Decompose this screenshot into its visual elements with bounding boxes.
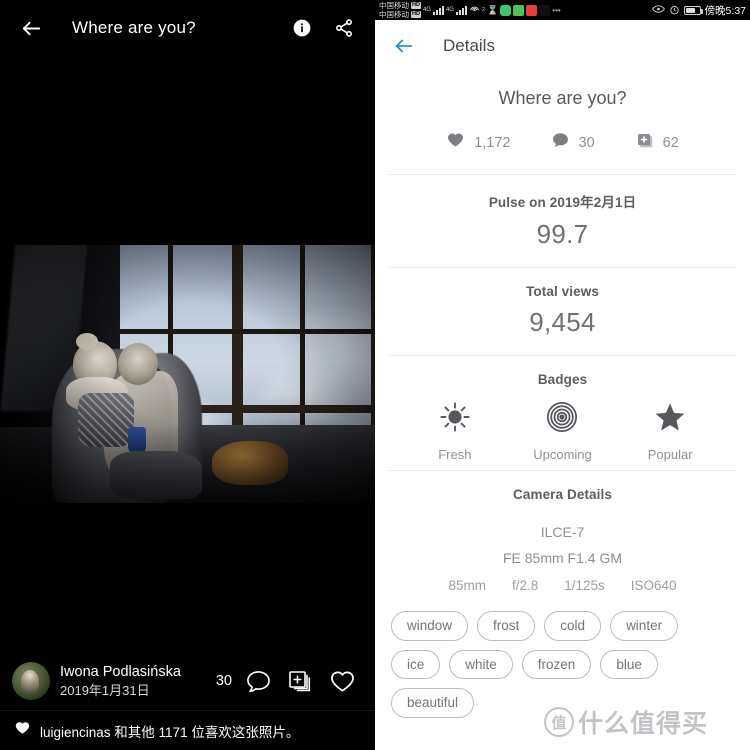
- alarm-icon: [669, 4, 680, 17]
- ripple-icon: [546, 401, 578, 438]
- sun-icon: [439, 401, 471, 438]
- signal-bars-icon-1: [432, 5, 444, 15]
- viewer-toolbar: Where are you?: [0, 0, 375, 56]
- network-label-1: 4G: [422, 7, 431, 13]
- comment-filled-icon: [551, 131, 570, 154]
- photo-viewer-pane: Where are you? Iwona Podlasińska 2019年1月…: [0, 0, 375, 750]
- camera-exif-row: 85mm f/2.8 1/125s ISO640: [375, 578, 750, 593]
- badges-row: Fresh Upcoming Popular: [375, 387, 750, 464]
- badges-section: Badges Fresh Upcoming Popular: [375, 356, 750, 470]
- wifi-count-label: 2: [481, 7, 486, 13]
- author-name[interactable]: Iwona Podlasińska: [60, 663, 216, 681]
- camera-body: ILCE-7: [540, 524, 585, 540]
- exif-focal: 85mm: [448, 578, 486, 593]
- badge-label: Popular: [647, 447, 693, 462]
- badges-label: Badges: [537, 372, 588, 387]
- tag-chip[interactable]: blue: [600, 649, 658, 679]
- exif-aperture: f/2.8: [511, 578, 539, 593]
- heart-outline-icon[interactable]: [321, 662, 363, 700]
- stat-collections[interactable]: 62: [635, 131, 679, 154]
- badge-popular[interactable]: Popular: [627, 401, 713, 462]
- tag-chip[interactable]: window: [391, 611, 469, 641]
- viewer-bottom-bar: Iwona Podlasińska 2019年1月31日 30 luigienc…: [0, 652, 375, 750]
- tag-chip[interactable]: frozen: [521, 649, 592, 679]
- exif-iso: ISO640: [630, 578, 677, 593]
- red-app-icon: [526, 4, 538, 16]
- battery-icon: [683, 5, 703, 15]
- details-pane: 中国移动 HD 中国移动 HD 4G 4G 2 ⌛ ••• 傍晚5:37 Det…: [375, 0, 750, 750]
- stat-comments[interactable]: 30: [551, 131, 595, 154]
- author-row: Iwona Podlasińska 2019年1月31日 30: [0, 652, 375, 710]
- likes-count: 1,172: [474, 134, 511, 151]
- network-label-2: 4G: [445, 7, 454, 13]
- collections-count: 62: [662, 134, 679, 151]
- clock-time: 傍晚5:37: [704, 4, 746, 17]
- photo-image[interactable]: [0, 245, 375, 503]
- arrow-left-icon[interactable]: [14, 11, 48, 45]
- add-to-collection-icon: [635, 131, 654, 154]
- hourglass-icon: ⌛: [487, 4, 499, 15]
- carrier-2: 中国移动: [379, 9, 409, 19]
- photo-title: Where are you?: [498, 88, 627, 108]
- wechat-app-icon: [513, 4, 525, 16]
- share-icon[interactable]: [327, 11, 361, 45]
- camera-list: ILCE-7 FE 85mm F1.4 GM 85mm f/2.8 1/125s…: [375, 502, 750, 593]
- app-screen: Where are you? Iwona Podlasińska 2019年1月…: [0, 0, 750, 750]
- pulse-value: 99.7: [536, 219, 589, 249]
- stat-likes[interactable]: 1,172: [446, 131, 511, 154]
- tiktok-app-icon: [539, 4, 551, 16]
- camera-lens: FE 85mm F1.4 GM: [502, 550, 623, 566]
- info-icon[interactable]: [285, 11, 319, 45]
- details-header: Details: [375, 20, 750, 72]
- pulse-label: Pulse on 2019年2月1日: [488, 195, 637, 210]
- avatar[interactable]: [12, 662, 50, 700]
- badge-label: Fresh: [438, 447, 472, 462]
- heart-filled-icon: [14, 720, 31, 741]
- badge-label: Upcoming: [533, 447, 592, 462]
- hd-badge-2: HD: [411, 10, 421, 18]
- comment-icon[interactable]: [237, 662, 279, 700]
- tag-chip[interactable]: frost: [477, 611, 536, 641]
- viewer-title: Where are you?: [72, 18, 196, 37]
- heart-filled-icon: [446, 131, 465, 154]
- stats-row: 1,172 30 62: [375, 109, 750, 174]
- tag-chip[interactable]: winter: [610, 611, 679, 641]
- page-title: Details: [443, 36, 495, 55]
- views-label: Total views: [526, 284, 599, 299]
- author-date: 2019年1月31日: [60, 682, 150, 698]
- exif-shutter: 1/125s: [564, 578, 605, 593]
- carrier-1: 中国移动: [379, 1, 409, 10]
- tag-chip[interactable]: cold: [544, 611, 602, 641]
- add-to-collection-icon[interactable]: [279, 662, 321, 700]
- badge-upcoming[interactable]: Upcoming: [519, 401, 605, 462]
- pulse-section: Pulse on 2019年2月1日 99.7: [375, 175, 750, 267]
- tag-chip[interactable]: ice: [391, 649, 441, 679]
- likes-bar: luigiencinas 和其他 1171 位喜欢这张照片。: [0, 710, 375, 750]
- author-meta: Iwona Podlasińska 2019年1月31日: [60, 663, 216, 699]
- star-icon: [654, 401, 686, 438]
- likes-text: luigiencinas 和其他 1171 位喜欢这张照片。: [40, 724, 300, 740]
- camera-label: Camera Details: [513, 487, 612, 502]
- heart-app-icon: [500, 4, 512, 16]
- wifi-icon: [469, 4, 480, 17]
- views-value: 9,454: [529, 307, 596, 337]
- more-icon: •••: [552, 5, 561, 15]
- views-section: Total views 9,454: [375, 268, 750, 355]
- carrier-labels: 中国移动 HD 中国移动 HD: [379, 2, 421, 18]
- comment-count: 30: [215, 673, 232, 689]
- tags-list: window frost cold winter ice white froze…: [375, 597, 750, 718]
- signal-bars-icon-2: [455, 5, 467, 15]
- status-bar: 中国移动 HD 中国移动 HD 4G 4G 2 ⌛ ••• 傍晚5:37: [375, 0, 750, 20]
- tag-chip[interactable]: beautiful: [391, 688, 475, 718]
- hd-badge-1: HD: [411, 2, 421, 10]
- camera-section: Camera Details ILCE-7 FE 85mm F1.4 GM 85…: [375, 471, 750, 597]
- comments-count: 30: [578, 134, 595, 151]
- viewer-actions: 30: [216, 662, 363, 700]
- tag-chip[interactable]: white: [449, 649, 513, 679]
- badge-fresh[interactable]: Fresh: [412, 401, 498, 462]
- eye-icon: [651, 4, 665, 16]
- arrow-left-icon[interactable]: [391, 33, 417, 59]
